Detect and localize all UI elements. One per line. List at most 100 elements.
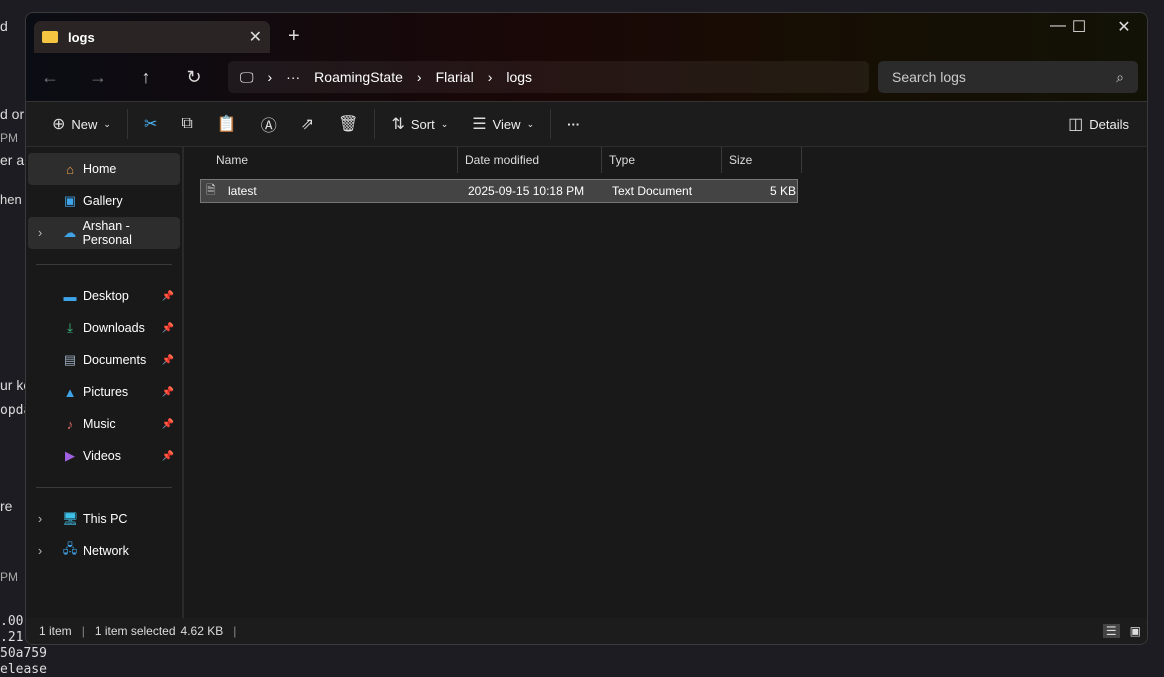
bg-text: PM [0,131,18,145]
sidebar-item-onedrive[interactable]: › ☁ Arshan - Personal [28,217,180,249]
pin-icon[interactable]: 📌 [162,451,174,462]
back-button[interactable]: ← [26,67,74,88]
refresh-button[interactable]: ↻ [170,67,218,88]
monitor-icon: 🖵 [240,68,254,85]
delete-button[interactable]: 🗑 [326,114,370,134]
pin-icon[interactable]: 📌 [162,419,174,430]
chevron-right-icon[interactable]: › [38,226,42,240]
column-name[interactable]: Name [186,147,458,173]
share-icon: ⇗ [300,116,315,133]
rename-icon: Ⓐ [260,118,277,135]
share-button[interactable]: ⇗ [289,114,326,134]
computer-icon: 🖥 [62,511,79,526]
address-bar[interactable]: 🖵 › ··· RoamingState › Flarial › logs [228,61,869,93]
sidebar-label: This PC [83,512,128,526]
trash-icon: 🗑 [338,116,359,133]
maximize-button[interactable]: ☐ [1059,17,1099,37]
file-date: 2025-09-15 10:18 PM [468,184,585,198]
chevron-right-icon: › [267,69,273,85]
chevron-right-icon: › [487,69,493,85]
pin-icon[interactable]: 📌 [162,291,174,302]
clipboard-icon: 📋 [216,116,237,133]
pictures-icon: ▲ [63,384,77,400]
document-icon: ▤ [63,352,77,367]
new-button[interactable]: ⊕ New ⌄ [40,114,123,134]
breadcrumb-ellipsis[interactable]: ··· [286,69,300,85]
file-explorer-window: logs ✕ + — ☐ ✕ ← → ↑ ↻ 🖵 › ··· RoamingSt… [25,12,1148,645]
pin-icon[interactable]: 📌 [162,323,174,334]
file-type: Text Document [612,184,693,198]
sidebar-label: Arshan - Personal [82,219,132,247]
network-icon: 🖧 [62,541,78,556]
sidebar-item-network[interactable]: › 🖧 Network [28,535,180,567]
selected-count: 1 item selected [94,624,176,638]
breadcrumb-roamingstate[interactable]: RoamingState [314,69,403,85]
desktop-icon: ▬ [63,288,77,304]
bg-text: .00 [0,614,24,629]
column-size[interactable]: Size [722,147,802,173]
music-icon: ♪ [66,416,74,432]
sidebar-item-this-pc[interactable]: › 🖥 This PC [28,503,180,535]
file-row[interactable]: 🗎 latest 2025-09-15 10:18 PM Text Docume… [200,179,798,203]
column-date-modified[interactable]: Date modified [458,147,602,173]
view-button[interactable]: ☰ View ⌄ [460,114,546,134]
sort-button[interactable]: ⇅ Sort ⌄ [379,114,460,134]
sidebar-item-videos[interactable]: ▶ Videos 📌 [28,440,180,472]
sidebar-item-music[interactable]: ♪ Music 📌 [28,408,180,440]
cloud-icon: ☁ [63,225,77,240]
list-icon: ☰ [472,116,487,133]
folder-icon [42,31,58,43]
sort-label: Sort [410,116,435,132]
sidebar-item-home[interactable]: ⌂ Home [28,153,180,185]
divider [36,487,172,488]
chevron-right-icon: › [416,69,422,85]
status-bar: 1 item | 1 item selected 4.62 KB | ☰ ▣ [26,618,1147,644]
bg-text: PM [0,570,18,584]
sidebar-item-desktop[interactable]: ▬ Desktop 📌 [28,280,180,312]
breadcrumb-flarial[interactable]: Flarial [436,69,474,85]
close-tab-icon[interactable]: ✕ [249,27,262,47]
copy-button[interactable]: ⧉ [169,115,204,133]
details-button[interactable]: ◫ Details [1056,114,1141,134]
pin-icon[interactable]: 📌 [162,355,174,366]
breadcrumb-logs[interactable]: logs [506,69,532,85]
chevron-right-icon[interactable]: › [38,544,42,558]
item-count: 1 item [39,624,72,638]
more-button[interactable]: ··· [555,117,592,132]
divider [126,109,128,139]
up-button[interactable]: ↑ [122,67,170,88]
chevron-right-icon[interactable]: › [38,512,42,526]
bg-text: d [0,18,8,34]
tab-logs[interactable]: logs ✕ [34,21,270,53]
file-size: 5 KB [769,184,796,198]
tab-title: logs [68,29,95,45]
new-label: New [71,116,98,132]
selected-size: 4.62 KB [180,624,224,638]
bg-text: d or [0,106,25,122]
view-label: View [492,116,521,132]
sidebar-label: Network [83,544,129,558]
sidebar-label: Home [83,162,117,176]
sidebar-label: Documents [83,353,147,367]
sidebar-item-pictures[interactable]: ▲ Pictures 📌 [28,376,180,408]
file-name: latest [228,184,257,198]
search-placeholder: Search logs [892,69,966,85]
new-tab-button[interactable]: + [288,25,300,48]
search-icon: ⌕ [1116,68,1124,85]
sidebar-item-downloads[interactable]: ⤓ Downloads 📌 [28,312,180,344]
forward-button[interactable]: → [74,67,122,88]
sidebar-item-documents[interactable]: ▤ Documents 📌 [28,344,180,376]
column-type[interactable]: Type [602,147,722,173]
pin-icon[interactable]: 📌 [162,387,174,398]
paste-button[interactable]: 📋 [205,114,249,134]
tiles-view-icon[interactable]: ▣ [1130,624,1141,638]
search-input[interactable]: Search logs ⌕ [878,61,1138,93]
divider [550,109,552,139]
rename-button[interactable]: Ⓐ [249,112,289,136]
text-file-icon: 🗎 [206,182,216,197]
sidebar-item-gallery[interactable]: ▣ Gallery [28,185,180,217]
bg-text: 50a759 [0,646,47,661]
cut-button[interactable]: ✂ [132,114,169,134]
details-view-icon[interactable]: ☰ [1102,624,1120,638]
close-window-button[interactable]: ✕ [1104,17,1144,37]
